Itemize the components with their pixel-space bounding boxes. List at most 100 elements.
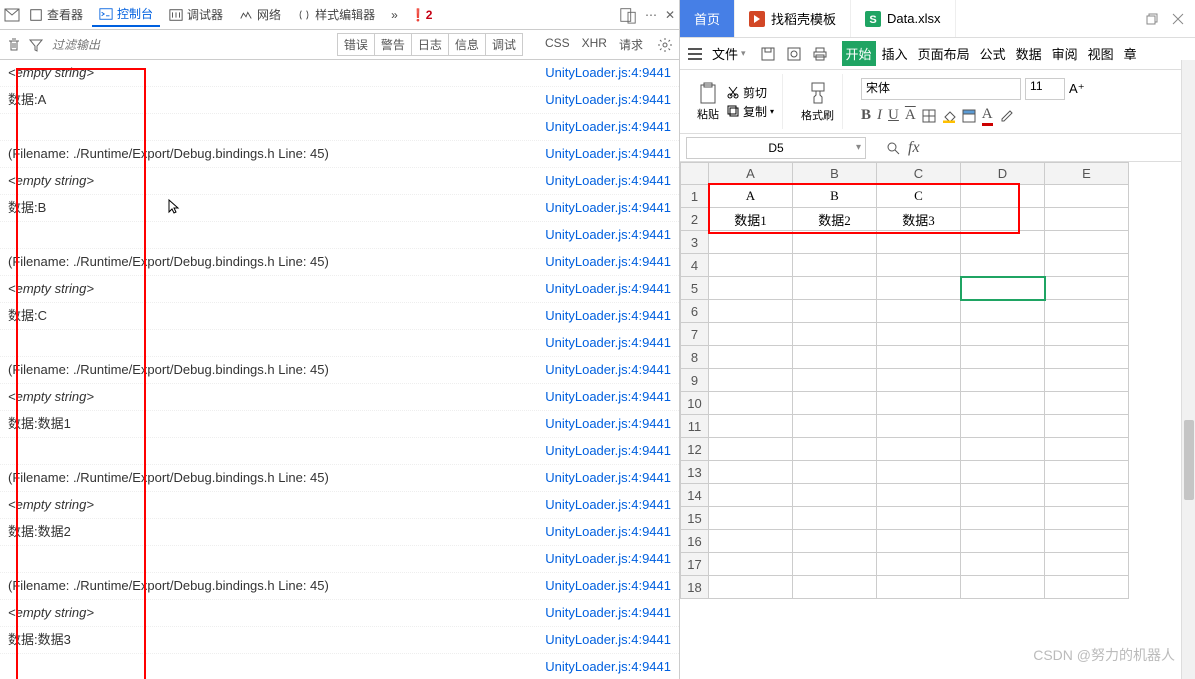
cell[interactable] (877, 323, 961, 346)
name-box[interactable]: D5 (686, 137, 866, 159)
cell[interactable] (793, 277, 877, 300)
italic-button[interactable]: I (877, 107, 882, 124)
console-output[interactable]: <empty string>UnityLoader.js:4:9441数据:AU… (0, 60, 679, 679)
cell[interactable] (877, 300, 961, 323)
cell[interactable] (877, 369, 961, 392)
console-source-link[interactable]: UnityLoader.js:4:9441 (545, 604, 671, 622)
level-info[interactable]: 信息 (448, 33, 486, 56)
cell[interactable] (793, 530, 877, 553)
cell[interactable] (709, 300, 793, 323)
console-source-link[interactable]: UnityLoader.js:4:9441 (545, 172, 671, 190)
ribbon-data[interactable]: 数据 (1012, 41, 1046, 66)
console-source-link[interactable]: UnityLoader.js:4:9441 (545, 280, 671, 298)
console-source-link[interactable]: UnityLoader.js:4:9441 (545, 199, 671, 217)
window-close-icon[interactable] (1171, 12, 1185, 26)
tab-css[interactable]: CSS (545, 36, 570, 53)
row-header[interactable]: 13 (681, 461, 709, 484)
cell[interactable] (1045, 231, 1129, 254)
cell[interactable] (709, 369, 793, 392)
select-all-corner[interactable] (681, 163, 709, 185)
cell[interactable] (877, 438, 961, 461)
cell[interactable] (877, 576, 961, 599)
row-header[interactable]: 10 (681, 392, 709, 415)
cell[interactable] (1045, 277, 1129, 300)
cell[interactable]: 数据1 (709, 208, 793, 231)
col-header[interactable]: E (1045, 163, 1129, 185)
cell[interactable] (793, 576, 877, 599)
cell[interactable]: 数据3 (877, 208, 961, 231)
cell[interactable] (1045, 254, 1129, 277)
cell[interactable] (961, 231, 1045, 254)
cell[interactable] (961, 277, 1045, 300)
tab-file[interactable]: SData.xlsx (851, 0, 955, 37)
cell[interactable] (709, 438, 793, 461)
sheet-grid[interactable]: ABCDE1ABC2数据1数据2数据3345678910111213141516… (680, 162, 1195, 679)
cell[interactable] (1045, 369, 1129, 392)
gear-icon[interactable] (657, 37, 673, 53)
tab-requests[interactable]: 请求 (619, 36, 643, 53)
ribbon-chapter[interactable]: 章 (1120, 41, 1141, 66)
cell[interactable] (1045, 507, 1129, 530)
console-source-link[interactable]: UnityLoader.js:4:9441 (545, 64, 671, 82)
tab-console[interactable]: 控制台 (92, 2, 160, 27)
cell[interactable] (961, 438, 1045, 461)
cell[interactable] (709, 231, 793, 254)
row-header[interactable]: 4 (681, 254, 709, 277)
row-header[interactable]: 6 (681, 300, 709, 323)
cell[interactable] (1045, 346, 1129, 369)
row-header[interactable]: 3 (681, 231, 709, 254)
cell[interactable] (961, 369, 1045, 392)
font-color-button[interactable]: A (982, 106, 993, 126)
console-source-link[interactable]: UnityLoader.js:4:9441 (545, 442, 671, 460)
cell[interactable]: 数据2 (793, 208, 877, 231)
cell[interactable] (1045, 576, 1129, 599)
tab-style-editor[interactable]: 样式编辑器 (290, 3, 382, 26)
col-header[interactable]: C (877, 163, 961, 185)
tab-debugger[interactable]: 调试器 (162, 3, 230, 26)
row-header[interactable]: 11 (681, 415, 709, 438)
border-button[interactable] (922, 109, 936, 123)
cell[interactable] (793, 231, 877, 254)
cell[interactable] (709, 484, 793, 507)
cell[interactable] (793, 254, 877, 277)
console-source-link[interactable]: UnityLoader.js:4:9441 (545, 550, 671, 568)
cell[interactable] (1045, 392, 1129, 415)
cell[interactable] (877, 231, 961, 254)
col-header[interactable]: D (961, 163, 1045, 185)
row-header[interactable]: 8 (681, 346, 709, 369)
console-source-link[interactable]: UnityLoader.js:4:9441 (545, 145, 671, 163)
format-painter-icon[interactable] (806, 81, 830, 105)
row-header[interactable]: 17 (681, 553, 709, 576)
underline-button[interactable]: U (888, 107, 899, 124)
hamburger-icon[interactable] (686, 45, 704, 63)
ribbon-formula[interactable]: 公式 (976, 41, 1010, 66)
fill-color-button[interactable] (942, 109, 956, 123)
console-source-link[interactable]: UnityLoader.js:4:9441 (545, 631, 671, 649)
level-warn[interactable]: 警告 (374, 33, 412, 56)
cell[interactable] (1045, 461, 1129, 484)
cell-style-button[interactable] (962, 109, 976, 123)
console-source-link[interactable]: UnityLoader.js:4:9441 (545, 361, 671, 379)
cell[interactable] (877, 415, 961, 438)
row-header[interactable]: 1 (681, 185, 709, 208)
row-header[interactable]: 9 (681, 369, 709, 392)
cell[interactable] (961, 300, 1045, 323)
cell[interactable] (877, 530, 961, 553)
cell[interactable] (961, 346, 1045, 369)
cut-button[interactable]: 剪切 (726, 84, 774, 101)
cell[interactable] (1045, 484, 1129, 507)
responsive-icon[interactable] (619, 6, 637, 24)
devtools-close[interactable]: ✕ (665, 8, 675, 22)
cell[interactable] (709, 553, 793, 576)
cell[interactable] (709, 576, 793, 599)
font-increase[interactable]: A⁺ (1069, 81, 1085, 97)
cell[interactable] (793, 392, 877, 415)
cell[interactable] (709, 277, 793, 300)
cell[interactable] (793, 484, 877, 507)
filter-input[interactable] (48, 36, 248, 54)
cell[interactable] (1045, 438, 1129, 461)
cell[interactable] (961, 576, 1045, 599)
paste-icon[interactable] (696, 82, 720, 106)
console-source-link[interactable]: UnityLoader.js:4:9441 (545, 523, 671, 541)
search-icon[interactable] (886, 141, 900, 155)
